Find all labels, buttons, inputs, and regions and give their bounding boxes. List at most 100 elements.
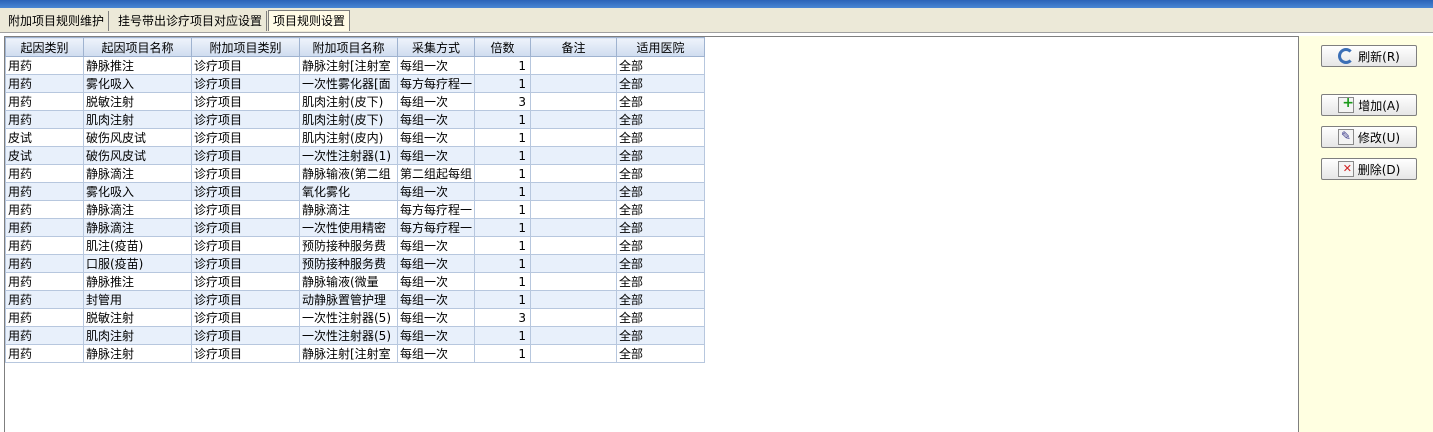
- table-cell[interactable]: 全部: [616, 92, 706, 111]
- table-cell[interactable]: [530, 74, 618, 93]
- column-header[interactable]: 采集方式: [396, 37, 476, 57]
- table-cell[interactable]: 一次性注射器(1): [299, 146, 398, 165]
- table-row[interactable]: 用药 封管用 诊疗项目 动静脉置管护理 每组一次 1 全部: [5, 290, 706, 309]
- table-row[interactable]: 用药 雾化吸入 诊疗项目 一次性雾化器[面 每方每疗程一 1 全部: [5, 74, 706, 93]
- table-row[interactable]: 用药 脱敏注射 诊疗项目 一次性注射器(5) 每组一次 3 全部: [5, 308, 706, 327]
- table-row[interactable]: 皮试 破伤风皮试 诊疗项目 肌内注射(皮内) 每组一次 1 全部: [5, 128, 706, 147]
- table-cell[interactable]: 第二组起每组: [396, 164, 476, 183]
- table-cell[interactable]: 氧化雾化: [299, 182, 398, 201]
- table-cell[interactable]: 诊疗项目: [191, 182, 300, 201]
- table-cell[interactable]: 诊疗项目: [191, 254, 300, 273]
- table-cell[interactable]: [530, 290, 618, 309]
- table-cell[interactable]: 诊疗项目: [191, 164, 300, 183]
- table-cell[interactable]: 全部: [616, 254, 706, 273]
- table-row[interactable]: 用药 静脉滴注 诊疗项目 静脉输液(第二组 第二组起每组 1 全部: [5, 164, 706, 183]
- column-header[interactable]: 备注: [530, 37, 618, 57]
- table-cell[interactable]: 用药: [5, 164, 84, 183]
- table-cell[interactable]: 1: [474, 74, 532, 93]
- add-button[interactable]: 增加(A): [1321, 94, 1417, 116]
- table-cell[interactable]: [530, 146, 618, 165]
- table-cell[interactable]: [530, 218, 618, 237]
- table-cell[interactable]: 诊疗项目: [191, 308, 300, 327]
- table-cell[interactable]: [530, 92, 618, 111]
- table-cell[interactable]: 诊疗项目: [191, 272, 300, 291]
- delete-button[interactable]: 删除(D): [1321, 158, 1417, 180]
- table-row[interactable]: 用药 静脉推注 诊疗项目 静脉输液(微量 每组一次 1 全部: [5, 272, 706, 291]
- rules-grid[interactable]: 起因类别 起因项目名称 附加项目类别 附加项目名称 采集方式 倍数 备注 适用医…: [4, 36, 1298, 432]
- table-cell[interactable]: 1: [474, 110, 532, 129]
- table-cell[interactable]: 破伤风皮试: [83, 128, 192, 147]
- table-cell[interactable]: 静脉滴注: [83, 164, 192, 183]
- table-cell[interactable]: 每组一次: [396, 236, 476, 255]
- table-cell[interactable]: 全部: [616, 344, 706, 363]
- table-cell[interactable]: 每组一次: [396, 344, 476, 363]
- table-cell[interactable]: 全部: [616, 308, 706, 327]
- table-cell[interactable]: 诊疗项目: [191, 218, 300, 237]
- table-cell[interactable]: 用药: [5, 74, 84, 93]
- column-header[interactable]: 附加项目类别: [191, 37, 300, 57]
- table-cell[interactable]: 全部: [616, 326, 706, 345]
- table-cell[interactable]: [530, 164, 618, 183]
- column-header[interactable]: 起因项目名称: [83, 37, 192, 57]
- column-header[interactable]: 倍数: [474, 37, 532, 57]
- table-cell[interactable]: [530, 56, 618, 75]
- table-cell[interactable]: 每方每疗程一: [396, 218, 476, 237]
- table-cell[interactable]: 用药: [5, 110, 84, 129]
- table-row[interactable]: 皮试 破伤风皮试 诊疗项目 一次性注射器(1) 每组一次 1 全部: [5, 146, 706, 165]
- edit-button[interactable]: 修改(U): [1321, 126, 1417, 148]
- table-cell[interactable]: 静脉注射[注射室: [299, 344, 398, 363]
- table-cell[interactable]: [530, 308, 618, 327]
- table-cell[interactable]: 诊疗项目: [191, 236, 300, 255]
- table-cell[interactable]: 全部: [616, 128, 706, 147]
- table-cell[interactable]: 1: [474, 290, 532, 309]
- table-row[interactable]: 用药 静脉推注 诊疗项目 静脉注射[注射室 每组一次 1 全部: [5, 56, 706, 75]
- table-cell[interactable]: 每方每疗程一: [396, 74, 476, 93]
- table-cell[interactable]: 每组一次: [396, 56, 476, 75]
- table-cell[interactable]: 全部: [616, 74, 706, 93]
- table-cell[interactable]: 1: [474, 164, 532, 183]
- table-cell[interactable]: 静脉注射: [83, 344, 192, 363]
- table-cell[interactable]: 用药: [5, 182, 84, 201]
- table-cell[interactable]: 诊疗项目: [191, 74, 300, 93]
- table-cell[interactable]: [530, 128, 618, 147]
- table-cell[interactable]: 肌内注射(皮内): [299, 128, 398, 147]
- table-cell[interactable]: 脱敏注射: [83, 308, 192, 327]
- table-cell[interactable]: 3: [474, 92, 532, 111]
- table-cell[interactable]: 肌肉注射(皮下): [299, 110, 398, 129]
- table-cell[interactable]: 肌肉注射: [83, 326, 192, 345]
- table-cell[interactable]: 用药: [5, 290, 84, 309]
- table-cell[interactable]: [530, 272, 618, 291]
- table-cell[interactable]: 静脉推注: [83, 272, 192, 291]
- table-cell[interactable]: [530, 110, 618, 129]
- column-header[interactable]: 起因类别: [5, 37, 84, 57]
- table-cell[interactable]: 诊疗项目: [191, 56, 300, 75]
- table-cell[interactable]: 肌肉注射: [83, 110, 192, 129]
- table-cell[interactable]: 诊疗项目: [191, 128, 300, 147]
- table-cell[interactable]: 静脉滴注: [83, 200, 192, 219]
- table-cell[interactable]: 用药: [5, 92, 84, 111]
- table-cell[interactable]: 全部: [616, 272, 706, 291]
- table-cell[interactable]: 全部: [616, 182, 706, 201]
- table-cell[interactable]: 诊疗项目: [191, 146, 300, 165]
- table-cell[interactable]: 1: [474, 272, 532, 291]
- table-cell[interactable]: 静脉滴注: [83, 218, 192, 237]
- table-cell[interactable]: 肌注(疫苗): [83, 236, 192, 255]
- table-row[interactable]: 用药 肌肉注射 诊疗项目 肌肉注射(皮下) 每组一次 1 全部: [5, 110, 706, 129]
- table-row[interactable]: 用药 静脉滴注 诊疗项目 一次性使用精密 每方每疗程一 1 全部: [5, 218, 706, 237]
- table-cell[interactable]: 每组一次: [396, 128, 476, 147]
- table-cell[interactable]: 全部: [616, 164, 706, 183]
- table-cell[interactable]: [530, 182, 618, 201]
- tab-additional-rules[interactable]: 附加项目规则维护: [4, 11, 110, 31]
- table-cell[interactable]: 一次性雾化器[面: [299, 74, 398, 93]
- table-cell[interactable]: 预防接种服务费: [299, 254, 398, 273]
- table-cell[interactable]: 每组一次: [396, 326, 476, 345]
- table-cell[interactable]: 动静脉置管护理: [299, 290, 398, 309]
- table-cell[interactable]: 1: [474, 56, 532, 75]
- table-cell[interactable]: 全部: [616, 146, 706, 165]
- column-header[interactable]: 附加项目名称: [299, 37, 398, 57]
- table-cell[interactable]: 雾化吸入: [83, 74, 192, 93]
- tab-item-rules[interactable]: 项目规则设置: [268, 10, 351, 31]
- refresh-button[interactable]: 刷新(R): [1321, 45, 1417, 67]
- table-row[interactable]: 用药 口服(疫苗) 诊疗项目 预防接种服务费 每组一次 1 全部: [5, 254, 706, 273]
- table-row[interactable]: 用药 肌肉注射 诊疗项目 一次性注射器(5) 每组一次 1 全部: [5, 326, 706, 345]
